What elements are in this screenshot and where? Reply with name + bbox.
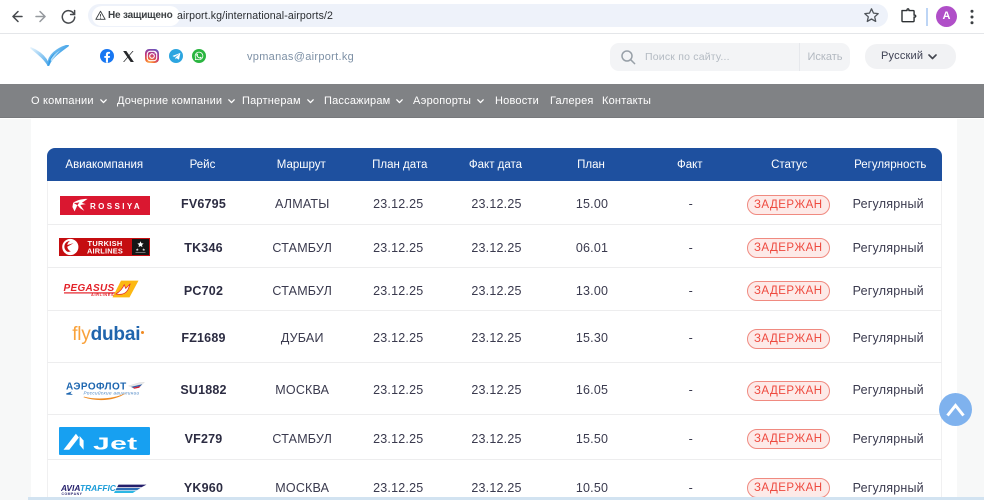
svg-text:Jet: Jet (93, 434, 138, 453)
svg-text:AIRLINES: AIRLINES (91, 292, 114, 296)
svg-text:AIRLINES: AIRLINES (87, 246, 123, 255)
svg-text:ROSSIYA: ROSSIYA (90, 202, 142, 211)
svg-text:COMPANY: COMPANY (61, 492, 82, 496)
svg-text:TRAFFIC: TRAFFIC (80, 483, 117, 493)
svg-text:Российские авиалинии: Российские авиалинии (84, 389, 140, 395)
